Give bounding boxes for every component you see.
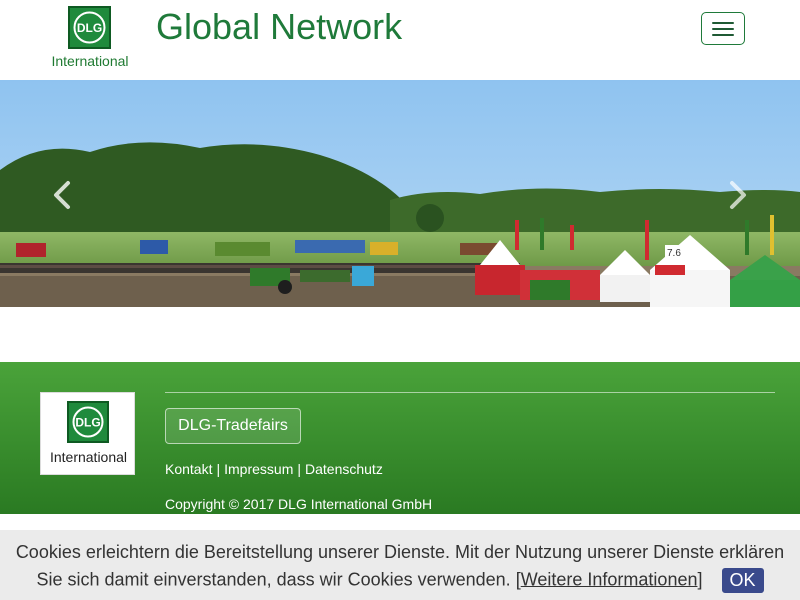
impressum-link[interactable]: Impressum bbox=[224, 461, 293, 477]
footer-logo-caption: International bbox=[49, 449, 128, 465]
dlg-logo-icon: DLG bbox=[67, 401, 109, 443]
page: DLG International Global Network 7.6 DLG… bbox=[0, 0, 800, 600]
copyright-text: Copyright © 2017 DLG International GmbH bbox=[165, 496, 433, 512]
site-title: Global Network bbox=[156, 6, 403, 47]
field-day-photo: 7.6 bbox=[0, 80, 800, 307]
link-separator: | bbox=[297, 461, 301, 477]
cookie-consent-bar: Cookies erleichtern die Bereitstellung u… bbox=[0, 530, 800, 600]
bracket-close: ] bbox=[697, 569, 703, 590]
cookie-message-line2: Sie sich damit einverstanden, dass wir C… bbox=[0, 568, 800, 593]
logo-text: DLG bbox=[77, 21, 102, 35]
footer-logo[interactable]: DLG International bbox=[40, 392, 135, 475]
carousel-next-button[interactable] bbox=[716, 175, 756, 215]
chevron-right-icon bbox=[730, 181, 746, 209]
kontakt-link[interactable]: Kontakt bbox=[165, 461, 212, 477]
dlg-tradefairs-button[interactable]: DLG-Tradefairs bbox=[165, 408, 301, 444]
chevron-left-icon bbox=[54, 181, 70, 209]
cookie-ok-button[interactable]: OK bbox=[721, 568, 764, 593]
dlg-logo-link[interactable]: DLG International bbox=[48, 6, 132, 72]
site-header: DLG International Global Network bbox=[0, 0, 800, 80]
site-footer: DLG International DLG-Tradefairs Kontakt… bbox=[0, 362, 800, 514]
carousel-prev-button[interactable] bbox=[44, 175, 84, 215]
dlg-logo-icon: DLG bbox=[68, 6, 111, 49]
more-info-link[interactable]: Weitere Informationen bbox=[521, 569, 698, 589]
logo-caption: International bbox=[51, 53, 129, 69]
datenschutz-link[interactable]: Datenschutz bbox=[305, 461, 383, 477]
footer-logo-text: DLG bbox=[75, 416, 100, 430]
hero-carousel[interactable]: 7.6 bbox=[0, 80, 800, 307]
footer-links: Kontakt | Impressum | Datenschutz bbox=[165, 461, 383, 477]
cookie-message-line1: Cookies erleichtern die Bereitstellung u… bbox=[15, 542, 785, 562]
svg-text:7.6: 7.6 bbox=[667, 248, 681, 259]
cookie-message-text: Sie sich damit einverstanden, dass wir C… bbox=[36, 569, 511, 590]
link-separator: | bbox=[216, 461, 221, 477]
menu-toggle-button[interactable] bbox=[701, 12, 745, 45]
footer-divider bbox=[165, 392, 775, 393]
